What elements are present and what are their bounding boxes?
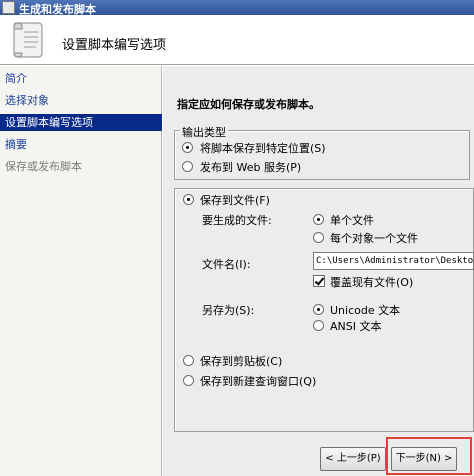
radio-publish-web[interactable] (182, 161, 193, 172)
output-type-legend: 输出类型 (180, 124, 228, 140)
label-single-file[interactable]: 单个文件 (330, 212, 374, 228)
label-save-query-window[interactable]: 保存到新建查询窗口(Q) (200, 373, 316, 389)
files-to-generate-label: 要生成的文件: (202, 214, 272, 227)
label-save-location[interactable]: 将脚本保存到特定位置(S) (200, 140, 326, 156)
radio-save-to-file[interactable] (183, 194, 194, 205)
wizard-header: 设置脚本编写选项 (0, 15, 474, 65)
radio-file-per-object[interactable] (313, 232, 324, 243)
window-title-bar: 生成和发布脚本 (0, 0, 474, 16)
overwrite-checkbox[interactable] (313, 275, 325, 287)
sidebar-item-intro[interactable]: 简介 (0, 70, 162, 87)
label-unicode[interactable]: Unicode 文本 (330, 302, 400, 318)
label-file-per-object[interactable]: 每个对象一个文件 (330, 230, 418, 246)
label-save-clipboard[interactable]: 保存到剪贴板(C) (200, 353, 282, 369)
sidebar-item-choose-objects[interactable]: 选择对象 (0, 92, 162, 109)
previous-button[interactable]: < 上一步(P) (320, 447, 386, 471)
script-scroll-icon (13, 22, 43, 58)
radio-unicode[interactable] (313, 304, 324, 315)
label-save-to-file[interactable]: 保存到文件(F) (200, 192, 270, 208)
next-button-highlight (386, 437, 472, 475)
overwrite-label[interactable]: 覆盖现有文件(O) (330, 274, 413, 290)
sidebar-item-summary[interactable]: 摘要 (0, 136, 162, 153)
radio-save-query-window[interactable] (183, 375, 194, 386)
page-title: 设置脚本编写选项 (62, 38, 167, 53)
sidebar-item-scripting-options[interactable]: 设置脚本编写选项 (0, 114, 162, 131)
label-publish-web[interactable]: 发布到 Web 服务(P) (200, 159, 301, 175)
main-panel: 指定应如何保存或发布脚本。 输出类型 将脚本保存到特定位置(S) 发布到 Web… (163, 66, 474, 476)
filename-input[interactable]: C:\Users\Administrator\Desktop (313, 252, 474, 270)
radio-save-clipboard[interactable] (183, 355, 194, 366)
label-ansi[interactable]: ANSI 文本 (330, 318, 381, 334)
save-as-label: 另存为(S): (202, 304, 255, 317)
radio-single-file[interactable] (313, 214, 324, 225)
filename-label: 文件名(I): (202, 258, 251, 271)
sidebar-item-save-publish: 保存或发布脚本 (5, 160, 82, 173)
wizard-sidebar: 简介 选择对象 设置脚本编写选项 摘要 保存或发布脚本 (0, 66, 162, 476)
radio-ansi[interactable] (313, 320, 324, 331)
instruction-text: 指定应如何保存或发布脚本。 (177, 98, 320, 111)
app-icon (2, 1, 15, 14)
radio-save-location[interactable] (182, 142, 193, 153)
